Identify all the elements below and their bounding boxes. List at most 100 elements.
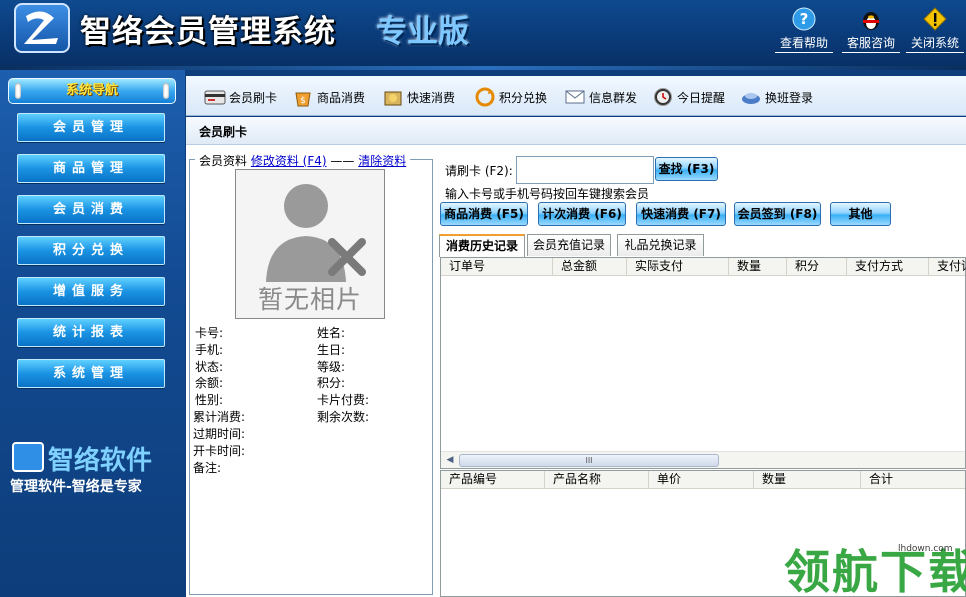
column-header[interactable]: 支付方式 (847, 258, 929, 276)
field-label-card-fee: 卡片付费: (317, 393, 370, 407)
column-header[interactable]: 订单号 (441, 258, 553, 276)
toolbar-label: 信息群发 (589, 90, 638, 105)
page-title-bar: 会员刷卡 (186, 117, 966, 145)
app-title: 智络会员管理系统 (80, 14, 336, 50)
page-title: 会员刷卡 (199, 125, 248, 139)
help-label: 查看帮助 (775, 34, 833, 53)
fast-consume-icon (384, 91, 402, 106)
toolbar-product-consumption[interactable]: $ 商品消费 (292, 85, 365, 109)
horizontal-scrollbar[interactable]: ◀ III (441, 451, 965, 468)
product-consumption-button[interactable]: 商品消费 (F5) (440, 202, 528, 226)
app-logo-icon (14, 3, 70, 53)
table-header: 订单号 总金额 实际支付 数量 积分 支付方式 支付详 (441, 258, 966, 276)
scroll-left-icon[interactable]: ◀ (442, 453, 458, 468)
toolbar-label: 会员刷卡 (229, 90, 278, 105)
count-consumption-button[interactable]: 计次消费 (F6) (538, 202, 626, 226)
card-input-label: 请刷卡 (F2): (445, 164, 513, 178)
field-label-expiry: 过期时间: (193, 427, 246, 441)
toolbar-label: 今日提醒 (677, 90, 726, 105)
search-hint: 输入卡号或手机号码按回车键搜索会员 (445, 187, 650, 201)
app-header: 智络会员管理系统 专业版 ? 查看帮助 客服咨询 关闭系统 (0, 0, 966, 70)
column-header[interactable]: 支付详 (929, 258, 966, 276)
legend-separator: —— (330, 154, 355, 168)
binder-ring-icon (15, 83, 21, 99)
sidebar-item-member-consumption[interactable]: 会员消费 (17, 195, 165, 224)
toolbar-label: 换班登录 (765, 90, 814, 105)
clock-icon (654, 88, 672, 106)
qq-penguin-icon (863, 12, 879, 30)
member-checkin-button[interactable]: 会员签到 (F8) (734, 202, 821, 226)
member-info-title: 会员资料 (199, 154, 248, 168)
close-system-button[interactable]: 关闭系统 (906, 7, 964, 55)
consumption-history-table[interactable]: 订单号 总金额 实际支付 数量 积分 支付方式 支付详 ◀ III (440, 257, 966, 469)
help-button[interactable]: ? 查看帮助 (775, 7, 833, 55)
edit-member-link[interactable]: 修改资料 (F4) (251, 154, 327, 168)
field-label-level: 等级: (317, 360, 346, 374)
column-header[interactable]: 数量 (729, 258, 787, 276)
sidebar-header-label: 系统导航 (65, 83, 118, 98)
bag-icon: $ (295, 92, 311, 107)
warning-icon (923, 7, 947, 31)
field-label-birthday: 生日: (317, 343, 346, 357)
toolbar-label: 积分兑换 (499, 90, 548, 105)
sidebar-item-system-management[interactable]: 系统管理 (17, 359, 165, 388)
sidebar-item-product-management[interactable]: 商品管理 (17, 154, 165, 183)
field-label-card-number: 卡号: (195, 326, 224, 340)
tab-recharge-records[interactable]: 会员充值记录 (527, 234, 611, 256)
sidebar-item-value-added[interactable]: 增值服务 (17, 277, 165, 306)
card-number-input[interactable] (516, 156, 654, 184)
svg-text:?: ? (800, 10, 809, 28)
toolbar-member-swipe[interactable]: 会员刷卡 (204, 85, 277, 109)
binder-ring-icon (163, 83, 169, 99)
scroll-thumb[interactable]: III (459, 454, 719, 467)
brand-mark-icon (12, 442, 44, 472)
column-header[interactable]: 产品名称 (545, 471, 649, 489)
column-header[interactable]: 实际支付 (627, 258, 729, 276)
toolbar-label: 商品消费 (317, 90, 366, 105)
column-header[interactable]: 合计 (861, 471, 966, 489)
field-label-remark: 备注: (193, 461, 222, 475)
card-icon (204, 90, 226, 105)
main-panel: 会员刷卡 会员资料 修改资料 (F4) —— 清除资料 暂无相片 卡号: 手机:… (186, 117, 966, 597)
app-edition: 专业版 (376, 14, 469, 50)
fast-consumption-button[interactable]: 快速消费 (F7) (636, 202, 726, 226)
tab-gift-exchange-records[interactable]: 礼品兑换记录 (617, 234, 704, 256)
no-photo-text: 暂无相片 (257, 285, 362, 314)
field-label-gender: 性别: (195, 393, 224, 407)
column-header[interactable]: 积分 (787, 258, 847, 276)
sidebar-item-member-management[interactable]: 会员管理 (17, 113, 165, 142)
member-info-legend: 会员资料 修改资料 (F4) —— 清除资料 (195, 152, 411, 169)
toolbar-shift-login[interactable]: 换班登录 (740, 85, 813, 109)
shift-login-icon (742, 93, 760, 104)
field-label-total-spent: 累计消费: (193, 410, 246, 424)
field-label-status: 状态: (195, 360, 224, 374)
sidebar-header: 系统导航 (8, 78, 176, 104)
column-header[interactable]: 单价 (649, 471, 754, 489)
column-header[interactable]: 总金额 (553, 258, 627, 276)
sidebar-item-statistics[interactable]: 统计报表 (17, 318, 165, 347)
toolbar-bulk-message[interactable]: 信息群发 (564, 85, 637, 109)
member-photo: 暂无相片 (235, 169, 385, 319)
other-button[interactable]: 其他 (830, 202, 891, 226)
clear-member-link[interactable]: 清除资料 (358, 154, 406, 168)
brand-slogan: 管理软件-智络是专家 (10, 479, 142, 495)
tab-consumption-history[interactable]: 消费历史记录 (439, 234, 525, 257)
member-info-panel: 会员资料 修改资料 (F4) —— 清除资料 暂无相片 卡号: 手机: 状态: … (189, 152, 433, 595)
watermark-url: lhdown.com (898, 544, 953, 554)
toolbar-points-exchange[interactable]: 积分兑换 (474, 85, 547, 109)
toolbar-today-reminder[interactable]: 今日提醒 (652, 85, 725, 109)
sidebar: 系统导航 会员管理 商品管理 会员消费 积分兑换 增值服务 统计报表 系统管理 … (0, 70, 185, 597)
customer-service-button[interactable]: 客服咨询 (842, 7, 900, 55)
search-button[interactable]: 查找 (F3) (655, 157, 718, 181)
svg-text:$: $ (300, 96, 306, 106)
table-header: 产品编号 产品名称 单价 数量 合计 (441, 471, 965, 489)
field-label-name: 姓名: (317, 326, 346, 340)
column-header[interactable]: 数量 (754, 471, 861, 489)
exchange-icon (475, 87, 495, 107)
close-system-label: 关闭系统 (906, 34, 964, 53)
help-icon: ? (792, 7, 816, 31)
sidebar-item-points-exchange[interactable]: 积分兑换 (17, 236, 165, 265)
column-header[interactable]: 产品编号 (441, 471, 545, 489)
customer-service-label: 客服咨询 (842, 34, 900, 53)
toolbar-fast-consumption[interactable]: 快速消费 (382, 85, 455, 109)
